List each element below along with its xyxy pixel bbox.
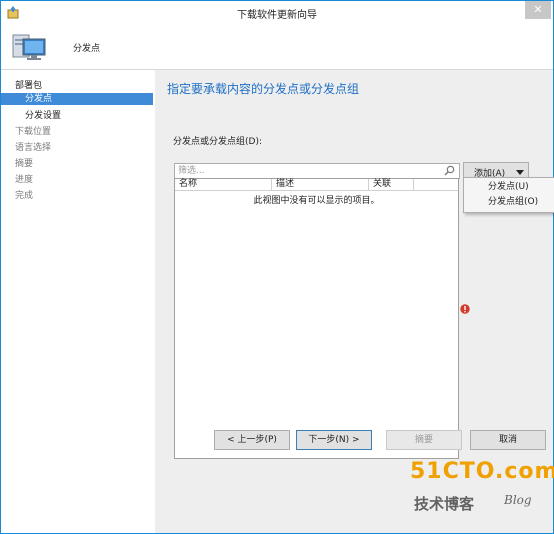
list-header-divider: [175, 190, 458, 191]
page-title: 指定要承载内容的分发点或分发点组: [167, 82, 360, 96]
watermark: 51CTO.com 技术博客 Blog: [406, 459, 554, 517]
wizard-window: 下载软件更新向导 ✕ 分发点 部署包 分发点 分发设置 下载位置 语言选择 摘要…: [0, 0, 554, 534]
watermark-sub: 技术博客: [414, 495, 475, 513]
wizard-steps-sidebar: 部署包 分发点 分发设置 下载位置 语言选择 摘要 进度 完成: [1, 70, 155, 533]
step-language-selection[interactable]: 语言选择: [1, 142, 153, 154]
menu-item-distribution-point[interactable]: 分发点(U): [464, 180, 554, 195]
add-dropdown-menu: 分发点(U) 分发点组(O): [463, 177, 554, 213]
cancel-button[interactable]: 取消: [470, 430, 546, 450]
step-download-location[interactable]: 下载位置: [1, 126, 153, 138]
step-distribution-settings[interactable]: 分发设置: [1, 110, 153, 122]
step-summary[interactable]: 摘要: [1, 158, 153, 170]
empty-list-message: 此视图中没有可以显示的项目。: [253, 196, 380, 206]
step-distribution-points[interactable]: 分发点: [1, 93, 153, 105]
watermark-blog: Blog: [504, 493, 532, 507]
watermark-main: 51CTO.com: [410, 459, 554, 484]
step-deployment-package[interactable]: 部署包: [1, 80, 153, 92]
summary-button[interactable]: 摘要: [386, 430, 462, 450]
column-header-description[interactable]: 描述: [272, 179, 369, 190]
step-progress[interactable]: 进度: [1, 174, 153, 186]
chevron-down-icon: [516, 168, 524, 175]
search-icon[interactable]: [444, 165, 455, 176]
filter-input[interactable]: [178, 165, 428, 177]
distribution-point-label: 分发点或分发点组(D):: [173, 137, 262, 147]
filter-box: [174, 163, 460, 179]
step-completion[interactable]: 完成: [1, 190, 153, 202]
window-title: 下载软件更新向导: [237, 10, 317, 21]
page-header-title: 分发点: [73, 44, 101, 54]
error-icon: [460, 304, 470, 314]
previous-button[interactable]: < 上一步(P): [214, 430, 290, 450]
column-header-name[interactable]: 名称: [175, 179, 272, 190]
distribution-point-list[interactable]: 名称 描述 关联 此视图中没有可以显示的项目。: [174, 178, 459, 459]
next-button[interactable]: 下一步(N) >: [296, 430, 372, 450]
close-button[interactable]: ✕: [525, 1, 551, 19]
column-header-association[interactable]: 关联: [369, 179, 414, 190]
wizard-header: 分发点: [1, 25, 553, 70]
computer-icon: [11, 31, 47, 63]
title-bar: 下载软件更新向导 ✕: [1, 1, 553, 25]
menu-item-distribution-point-group[interactable]: 分发点组(O): [464, 195, 554, 210]
